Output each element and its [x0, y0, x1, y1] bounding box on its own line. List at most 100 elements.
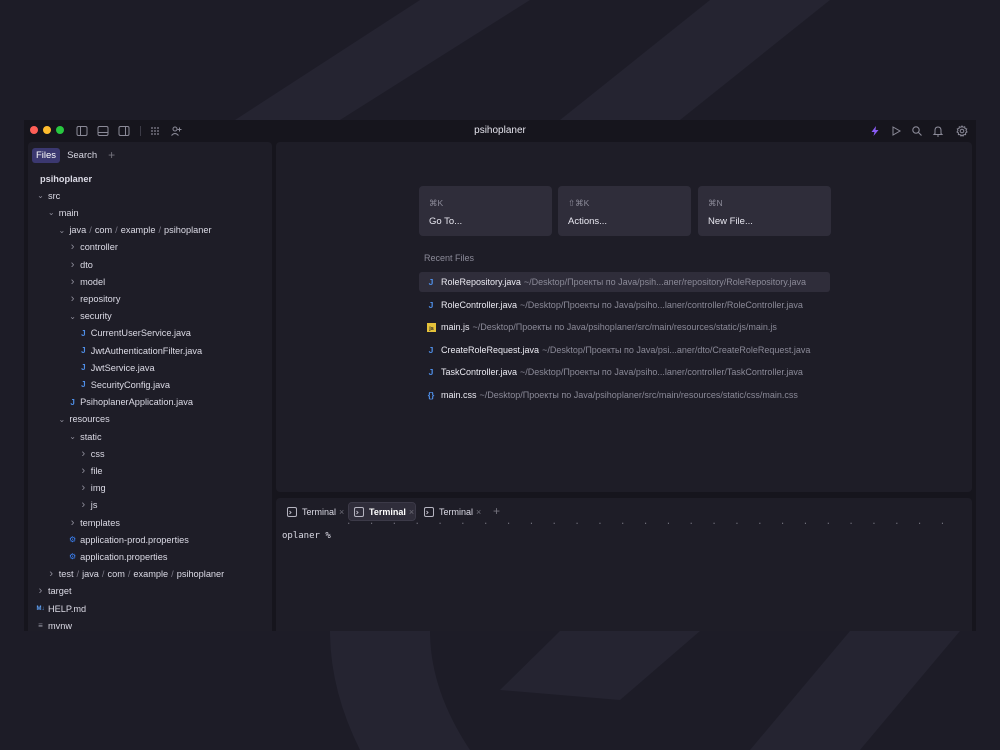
goto-shortcut: ⌘K: [429, 198, 444, 208]
terminal-tab-label: Terminal: [369, 506, 406, 517]
recent-file-name: main.js: [441, 322, 470, 333]
tree-item[interactable]: J PsihoplanerApplication.java: [28, 394, 193, 411]
recent-file-item[interactable]: {} main.css ~/Desktop/Проекты по Java/psih…: [419, 385, 830, 405]
tree-item[interactable]: ⌄ resources: [28, 411, 110, 428]
chevron-right-icon[interactable]: ›: [79, 482, 88, 494]
tree-item-label: main: [58, 207, 79, 218]
recent-file-item[interactable]: js main.js ~/Desktop/Проекты по Java/psiho…: [419, 317, 830, 337]
tree-item[interactable]: J SecurityConfig.java: [28, 376, 170, 393]
tree-item-label: repository: [80, 293, 121, 304]
tree-item-label: PsihoplanerApplication.java: [80, 397, 193, 408]
recent-file-name: main.css: [441, 390, 477, 400]
start-panel: ⌘K Go To... ⇧⌘K Actions... ⌘N New File..…: [276, 142, 972, 492]
java-file-icon: J: [428, 367, 434, 378]
tab-files[interactable]: Files: [32, 147, 61, 163]
tree-item[interactable]: M↓ HELP.md: [28, 600, 87, 617]
java-file-icon: J: [81, 380, 86, 390]
tree-item[interactable]: › dto: [28, 256, 93, 273]
add-tab-button[interactable]: +: [108, 148, 115, 162]
tree-item[interactable]: › repository: [28, 290, 121, 307]
tree-item[interactable]: › controller: [28, 239, 118, 256]
recent-file-item[interactable]: J RoleController.java ~/Desktop/Проекты по…: [419, 295, 830, 315]
css-file-icon: {}: [427, 390, 435, 400]
chevron-down-icon[interactable]: ⌄: [36, 191, 45, 200]
recent-file-item[interactable]: J RoleRepository.java ~/Desktop/Проекты по…: [419, 272, 830, 292]
tree-item[interactable]: J CurrentUserService.java: [28, 325, 191, 342]
chevron-right-icon[interactable]: ›: [36, 585, 45, 597]
chevron-down-icon[interactable]: ⌄: [47, 208, 56, 217]
actions-shortcut: ⇧⌘K: [568, 198, 590, 208]
close-tab-icon[interactable]: ×: [476, 507, 481, 517]
java-file-icon: J: [428, 277, 434, 287]
terminal-tab[interactable]: Terminal ×: [348, 502, 416, 521]
recent-file-path: ~/Desktop/Проекты по Java/psiho...laner/…: [520, 367, 803, 378]
tree-item[interactable]: › file: [28, 462, 103, 479]
tree-item-label: JwtService.java: [90, 362, 155, 373]
tree-item[interactable]: ⌄ main: [28, 204, 79, 221]
chevron-right-icon[interactable]: ›: [79, 448, 88, 460]
chevron-right-icon[interactable]: ›: [79, 465, 88, 477]
java-file-icon: J: [428, 344, 434, 355]
tree-item[interactable]: › css: [28, 445, 104, 462]
gear-icon[interactable]: [955, 124, 969, 138]
terminal-tab-label: Terminal: [302, 506, 337, 517]
bolt-icon[interactable]: [868, 124, 882, 138]
chevron-right-icon[interactable]: ›: [68, 259, 77, 271]
recent-file-item[interactable]: J CreateRoleRequest.java ~/Desktop/Проекты…: [419, 340, 830, 360]
new-file-card[interactable]: ⌘N New File...: [698, 186, 831, 236]
chevron-down-icon[interactable]: ⌄: [68, 432, 77, 441]
tab-search[interactable]: Search: [63, 148, 101, 163]
terminal-tab-label: Terminal: [439, 506, 474, 517]
close-tab-icon[interactable]: ×: [339, 507, 344, 517]
play-icon[interactable]: [889, 124, 903, 138]
recent-file-item[interactable]: J TaskController.java ~/Desktop/Проекты по…: [419, 362, 830, 382]
new-file-label: New File...: [708, 216, 753, 227]
actions-card[interactable]: ⇧⌘K Actions...: [558, 186, 691, 236]
tree-item[interactable]: › templates: [28, 514, 120, 531]
tree-item[interactable]: › img: [28, 480, 105, 497]
tree-item[interactable]: ⌄ security: [28, 308, 112, 325]
chevron-right-icon[interactable]: ›: [47, 568, 56, 580]
js-file-icon: js: [427, 322, 436, 332]
tree-item-label: security: [80, 311, 112, 322]
tree-item[interactable]: › target: [28, 583, 72, 600]
chevron-right-icon[interactable]: ›: [68, 276, 77, 288]
tree-item[interactable]: psihoplaner: [28, 170, 92, 187]
tree-item-label: test / java / com / example / psihoplaner: [58, 569, 225, 580]
terminal-tab[interactable]: Terminal ×: [282, 503, 344, 520]
tree-item[interactable]: ⚙ application-prod.properties: [28, 531, 189, 548]
close-tab-icon[interactable]: ×: [409, 507, 414, 517]
bell-icon[interactable]: [931, 124, 945, 138]
chevron-right-icon[interactable]: ›: [68, 293, 77, 305]
recent-file-path: ~/Desktop/Проекты по Java/psihoplaner/sr…: [479, 390, 798, 400]
window-title: psihoplaner: [474, 125, 526, 136]
file-sidebar: Files Search + psihoplaner ⌄ src ⌄ main ⌄ java…: [28, 142, 272, 631]
terminal-prompt[interactable]: oplaner %: [282, 531, 331, 541]
goto-card[interactable]: ⌘K Go To...: [419, 186, 552, 236]
chevron-down-icon[interactable]: ⌄: [57, 226, 66, 235]
tree-item-label: file: [90, 465, 103, 476]
tree-item[interactable]: › js: [28, 497, 97, 514]
chevron-down-icon[interactable]: ⌄: [57, 415, 66, 424]
tree-item[interactable]: J JwtService.java: [28, 359, 155, 376]
tree-item[interactable]: ⚙ application.properties: [28, 548, 167, 565]
search-icon[interactable]: [910, 124, 924, 138]
chevron-right-icon[interactable]: ›: [68, 241, 77, 253]
app-window: psihoplaner Files Search + psihoplaner ⌄ s…: [24, 120, 976, 631]
java-file-icon: J: [428, 299, 434, 310]
tree-item[interactable]: ≡ mvnw: [28, 617, 72, 631]
chevron-right-icon[interactable]: ›: [68, 517, 77, 529]
tree-item[interactable]: › test / java / com / example / psihoplaner: [28, 566, 224, 583]
tree-item[interactable]: J JwtAuthenticationFilter.java: [28, 342, 202, 359]
tree-item-label: HELP.md: [48, 603, 87, 614]
tree-item[interactable]: ⌄ src: [28, 187, 60, 204]
terminal-tab[interactable]: Terminal ×: [419, 503, 481, 520]
tree-item-label: templates: [80, 517, 120, 528]
tree-item[interactable]: ⌄ java / com / example / psihoplaner: [28, 222, 212, 239]
tree-item[interactable]: › model: [28, 273, 105, 290]
tree-item[interactable]: ⌄ static: [28, 428, 101, 445]
actions-label: Actions...: [568, 216, 608, 227]
chevron-down-icon[interactable]: ⌄: [68, 312, 77, 321]
add-terminal-button[interactable]: +: [493, 504, 500, 518]
chevron-right-icon[interactable]: ›: [79, 499, 88, 511]
